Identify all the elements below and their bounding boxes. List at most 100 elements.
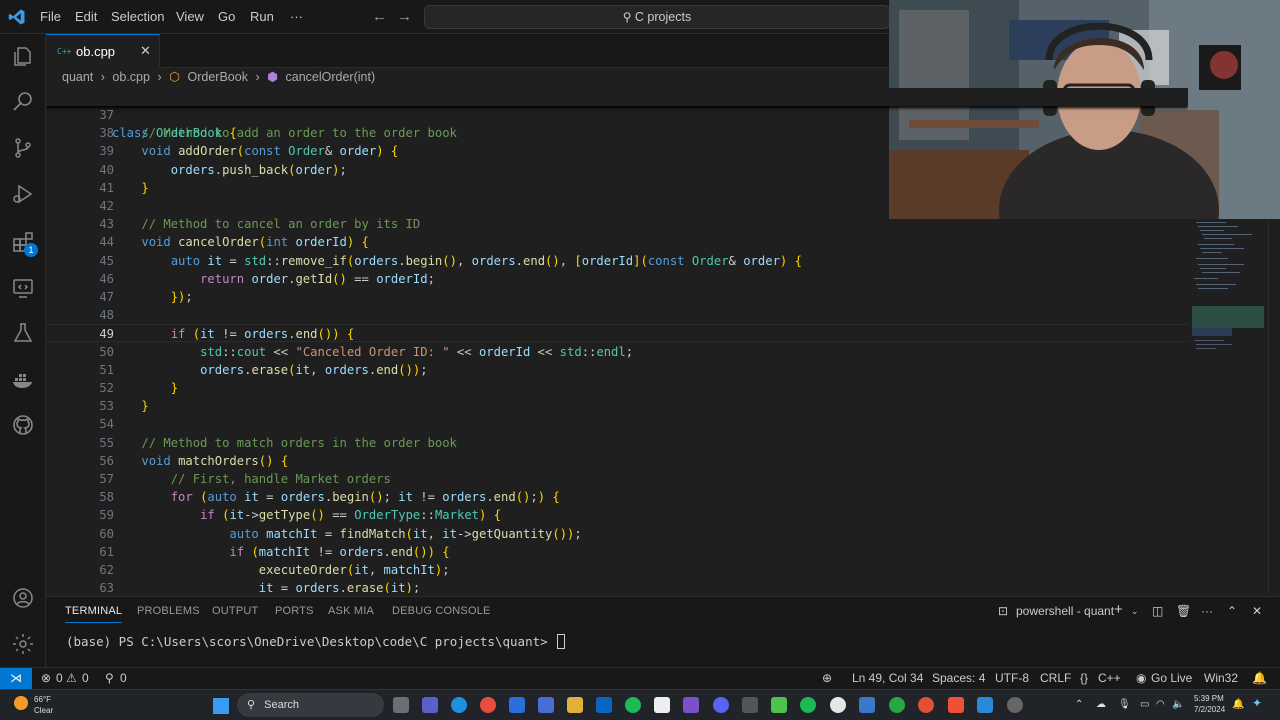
code-row[interactable]: 59 if (it->getType() == OrderType::Marke… xyxy=(46,506,1188,524)
tab-problems[interactable]: PROBLEMS xyxy=(137,605,200,617)
github-icon[interactable] xyxy=(11,413,35,437)
search-icon[interactable] xyxy=(11,90,35,114)
extensions-icon[interactable]: 1 xyxy=(11,230,38,257)
code-row[interactable]: 61 if (matchIt != orders.end()) { xyxy=(46,543,1188,561)
git-icon[interactable] xyxy=(948,697,964,713)
code-row[interactable]: 54 xyxy=(46,415,1188,433)
volume-icon[interactable]: 🔈 xyxy=(1172,699,1184,710)
encoding[interactable]: UTF-8 xyxy=(995,668,1029,689)
cursor-position[interactable]: Ln 49, Col 34 xyxy=(852,668,923,689)
mail-icon[interactable] xyxy=(596,697,612,713)
menu-selection[interactable]: Selection xyxy=(111,0,164,34)
code-row[interactable]: 58 for (auto it = orders.begin(); it != … xyxy=(46,488,1188,506)
explorer-icon[interactable] xyxy=(11,45,35,69)
terminal-output[interactable]: (base) PS C:\Users\scors\OneDrive\Deskto… xyxy=(66,634,566,649)
code-row[interactable]: 55 // Method to match orders in the orde… xyxy=(46,434,1188,452)
file-explorer-icon[interactable] xyxy=(567,697,583,713)
line-ending[interactable]: CRLF xyxy=(1040,668,1071,689)
chevron-down-icon[interactable]: ⌄ xyxy=(1131,606,1139,617)
settings-gear-icon[interactable] xyxy=(11,632,35,656)
zoom-icon[interactable]: ⊕ xyxy=(822,668,832,689)
spotify-icon[interactable] xyxy=(625,697,641,713)
run-debug-icon[interactable] xyxy=(11,182,35,206)
code-row[interactable]: 49 if (it != orders.end()) { xyxy=(46,324,1188,343)
forward-arrow-icon[interactable]: → xyxy=(397,8,412,25)
copilot-icon[interactable]: ✦ xyxy=(1252,697,1262,709)
tab-ports[interactable]: PORTS xyxy=(275,605,314,617)
terminal-name[interactable]: powershell - quant xyxy=(1016,604,1114,618)
code-row[interactable]: 48 xyxy=(46,306,1188,324)
app-icon[interactable] xyxy=(889,697,905,713)
bell-icon[interactable]: 🔔 xyxy=(1232,699,1244,710)
app-icon[interactable] xyxy=(509,697,525,713)
tab-ask-mia[interactable]: ASK MIA xyxy=(328,605,374,617)
microphone-icon[interactable]: 🎙 xyxy=(1118,699,1131,710)
code-row[interactable]: 51 orders.erase(it, orders.end()); xyxy=(46,361,1188,379)
menu-more[interactable]: ··· xyxy=(290,0,303,34)
code-row[interactable]: 63 it = orders.erase(it); xyxy=(46,579,1188,593)
ports-count[interactable]: 0 xyxy=(120,668,127,689)
clock-date[interactable]: 7/2/2024 xyxy=(1194,704,1225,715)
task-view-icon[interactable] xyxy=(393,697,409,713)
chevron-up-icon[interactable]: ⌃ xyxy=(1075,699,1083,710)
menu-run[interactable]: Run xyxy=(250,0,274,34)
tab-output[interactable]: OUTPUT xyxy=(212,605,258,617)
notifications-icon[interactable]: 🔔 xyxy=(1252,668,1267,689)
chrome-icon[interactable] xyxy=(480,697,496,713)
app-icon[interactable] xyxy=(771,697,787,713)
command-center-search[interactable]: ⚲ C projects xyxy=(424,5,890,29)
code-row[interactable]: 56 void matchOrders() { xyxy=(46,452,1188,470)
code-row[interactable]: 46 return order.getId() == orderId; xyxy=(46,270,1188,288)
code-row[interactable]: 57 // First, handle Market orders xyxy=(46,470,1188,488)
source-control-icon[interactable] xyxy=(11,136,35,160)
trash-icon[interactable]: 🗑 xyxy=(1176,604,1191,618)
remote-explorer-icon[interactable] xyxy=(11,276,35,300)
code-row[interactable]: 45 auto it = std::remove_if(orders.begin… xyxy=(46,252,1188,270)
breadcrumb-folder[interactable]: quant xyxy=(62,70,93,84)
remote-indicator-icon[interactable]: ⋊ xyxy=(0,668,32,690)
weather-desc[interactable]: Clear xyxy=(34,705,53,716)
code-row[interactable]: 50 std::cout << "Canceled Order ID: " <<… xyxy=(46,343,1188,361)
close-panel-icon[interactable]: ✕ xyxy=(1252,604,1262,618)
app-icon[interactable] xyxy=(538,697,554,713)
menu-edit[interactable]: Edit xyxy=(75,0,97,34)
edge-icon[interactable] xyxy=(451,697,467,713)
indentation[interactable]: Spaces: 4 xyxy=(932,668,985,689)
cloud-icon[interactable]: ☁ xyxy=(1096,699,1106,710)
back-arrow-icon[interactable]: ← xyxy=(372,8,387,25)
menu-go[interactable]: Go xyxy=(218,0,235,34)
platform[interactable]: Win32 xyxy=(1204,668,1238,689)
weather-temp[interactable]: 66°F xyxy=(34,694,51,705)
error-count[interactable]: 0 xyxy=(56,668,63,689)
wifi-icon[interactable]: ◠ xyxy=(1156,699,1165,710)
display-icon[interactable]: ▭ xyxy=(1140,699,1149,710)
sticky-scroll-header[interactable]: 7 class OrderBook { xyxy=(46,88,1188,140)
app-icon[interactable] xyxy=(1007,697,1023,713)
breadcrumb-method[interactable]: cancelOrder(int) xyxy=(286,70,376,84)
code-row[interactable]: 52 } xyxy=(46,379,1188,397)
account-icon[interactable] xyxy=(11,586,35,610)
testing-icon[interactable] xyxy=(11,321,35,345)
code-row[interactable]: 44 void cancelOrder(int orderId) { xyxy=(46,233,1188,251)
app-icon[interactable] xyxy=(742,697,758,713)
new-terminal-icon[interactable]: + xyxy=(1114,601,1123,618)
teams-icon[interactable] xyxy=(422,697,438,713)
code-row[interactable]: 47 }); xyxy=(46,288,1188,306)
app-icon[interactable] xyxy=(918,697,934,713)
discord-icon[interactable] xyxy=(713,697,729,713)
more-actions-icon[interactable]: ··· xyxy=(1201,604,1213,618)
app-icon[interactable] xyxy=(654,697,670,713)
code-row[interactable]: 53 } xyxy=(46,397,1188,415)
error-icon[interactable]: ⊗ xyxy=(41,668,51,689)
clock-time[interactable]: 5:39 PM xyxy=(1194,693,1224,704)
warning-icon[interactable]: ⚠ xyxy=(66,668,77,689)
go-live-button[interactable]: Go Live xyxy=(1151,668,1192,689)
breadcrumb-file[interactable]: ob.cpp xyxy=(112,70,150,84)
menu-view[interactable]: View xyxy=(176,0,204,34)
warning-count[interactable]: 0 xyxy=(82,668,89,689)
tab-debug-console[interactable]: DEBUG CONSOLE xyxy=(392,605,491,617)
windows-start-icon[interactable] xyxy=(213,698,229,714)
tab-terminal[interactable]: TERMINAL xyxy=(65,605,123,623)
app-icon[interactable] xyxy=(830,697,846,713)
menu-file[interactable]: File xyxy=(40,0,61,34)
